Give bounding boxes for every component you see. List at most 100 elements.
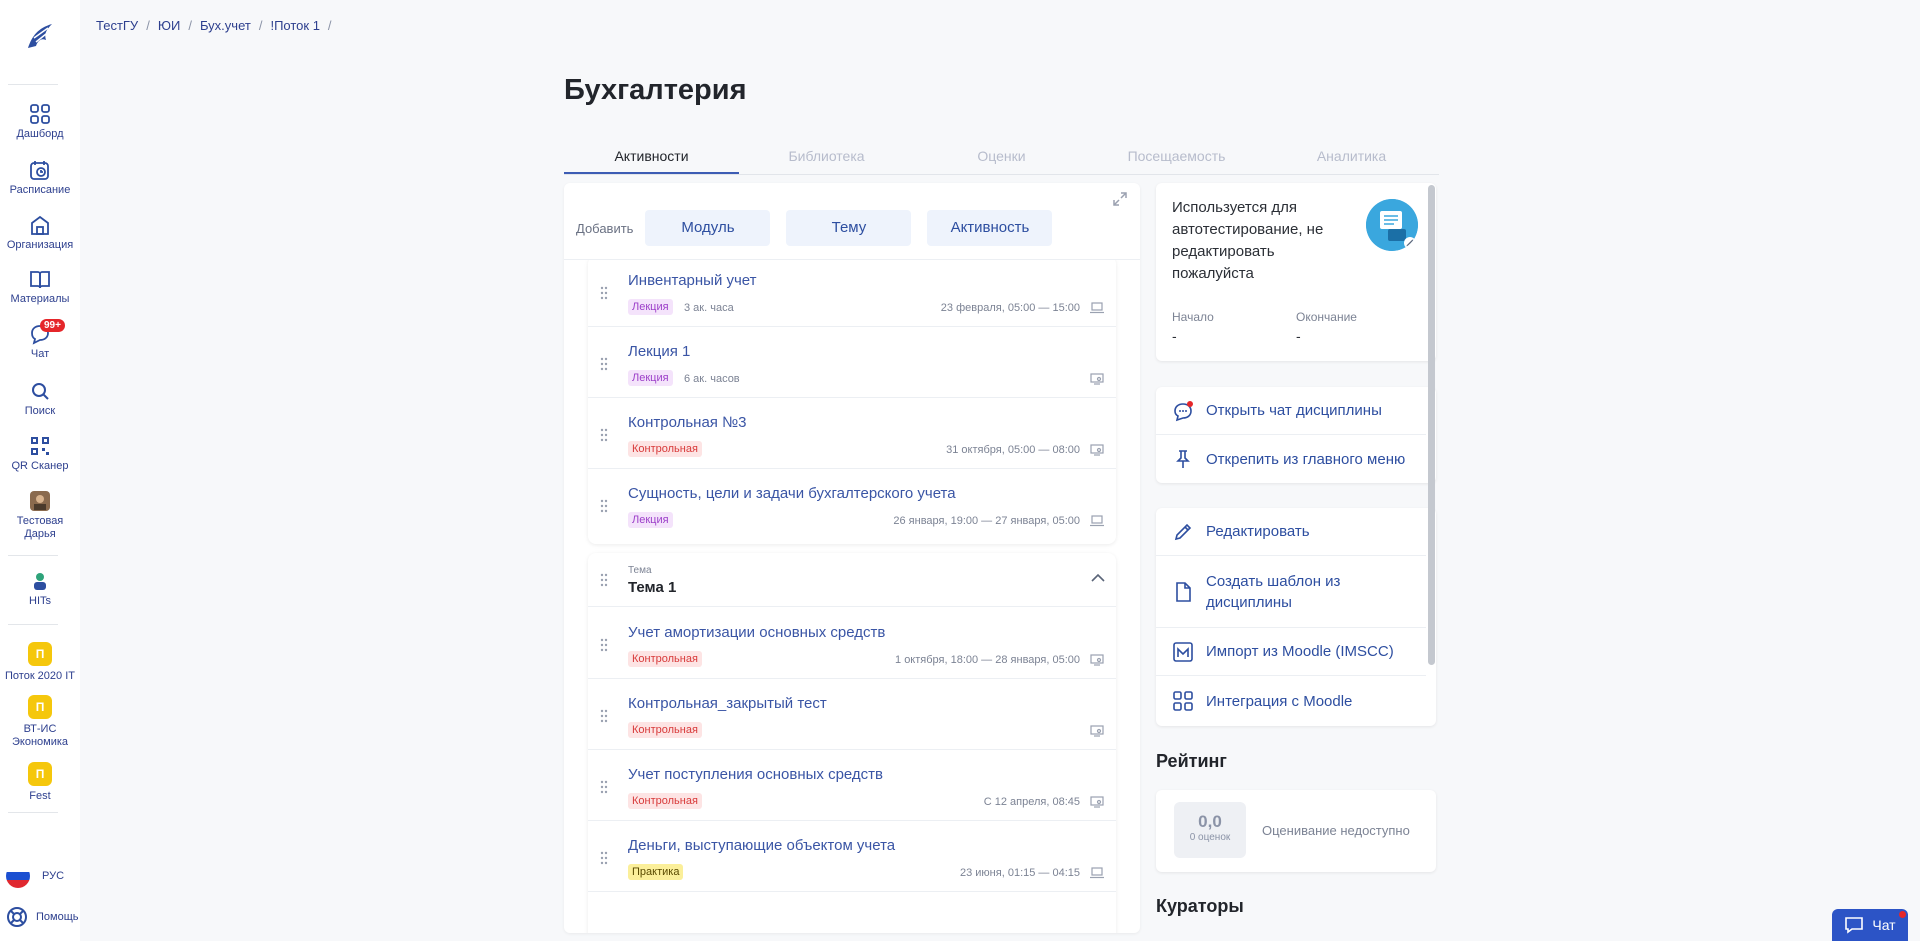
sidebar-item-profile[interactable]: Тестовая Дарья [0, 490, 80, 541]
action-label: Открепить из главного меню [1206, 450, 1406, 468]
sidebar-divider [8, 812, 58, 813]
activity-title[interactable]: Деньги, выступающие объектом учета [628, 837, 895, 854]
activity-date: 23 июня, 01:15 — 04:15 [960, 867, 1080, 879]
sidebar-divider [8, 624, 58, 625]
sidebar-item-materials[interactable]: Материалы [0, 268, 80, 306]
right-panel-scrollbar[interactable] [1428, 185, 1435, 665]
activity-row[interactable]: Контрольная №3 Контрольная 31 октября, 0… [588, 398, 1116, 469]
sidebar-course-fest[interactable]: П Fest [0, 762, 80, 803]
app-logo-icon[interactable] [22, 18, 58, 54]
grid-icon [1173, 691, 1193, 711]
add-theme-button[interactable]: Тему [786, 210, 912, 246]
activity-title[interactable]: Инвентарный учет [628, 272, 757, 289]
activity-row[interactable]: Деньги, выступающие объектом учета Практ… [588, 821, 1116, 892]
sidebar-item-label: Поток 2020 IT [5, 670, 75, 682]
activity-row[interactable]: Сущность, цели и задачи бухгалтерского у… [588, 469, 1116, 540]
action-label: Открыть чат дисциплины [1206, 402, 1382, 419]
drag-handle-icon[interactable] [600, 357, 608, 371]
activity-duration: 6 ак. часов [684, 373, 740, 385]
add-module-button[interactable]: Модуль [645, 210, 771, 246]
moodle-integration-button[interactable]: Интеграция с Moodle [1156, 676, 1426, 726]
action-label: Редактировать [1206, 523, 1310, 540]
unpin-from-menu-button[interactable]: Открепить из главного меню [1156, 435, 1426, 483]
module-group: Инвентарный учет Лекция 3 ак. часа 23 фе… [588, 260, 1116, 544]
tab-grades[interactable]: Оценки [914, 145, 1089, 174]
laptop-icon [1090, 867, 1104, 879]
activity-title[interactable]: Сущность, цели и задачи бухгалтерского у… [628, 485, 956, 502]
sidebar-item-label: Дашборд [16, 128, 64, 140]
sidebar-item-search[interactable]: Поиск [0, 380, 80, 418]
sidebar-item-label: QR Сканер [11, 460, 69, 472]
expand-icon[interactable] [1112, 191, 1128, 207]
activity-row[interactable]: Инвентарный учет Лекция 3 ак. часа 23 фе… [588, 260, 1116, 327]
help-link[interactable]: Помощь [6, 906, 79, 928]
activity-type-tag: Практика [628, 864, 684, 880]
open-course-chat-button[interactable]: Открыть чат дисциплины [1156, 387, 1426, 435]
drag-handle-icon[interactable] [600, 709, 608, 723]
create-template-button[interactable]: Создать шаблон из дисциплины [1156, 556, 1426, 628]
action-label: Создать шаблон из дисциплины [1206, 572, 1341, 611]
activity-row[interactable]: Учет амортизации основных средств Контро… [588, 608, 1116, 679]
drag-handle-icon[interactable] [600, 286, 608, 300]
activity-type-tag: Лекция [628, 512, 673, 528]
breadcrumb-item[interactable]: !Поток 1 [270, 18, 319, 33]
activity-title[interactable]: Учет амортизации основных средств [628, 624, 885, 641]
chat-dot-icon [1174, 400, 1193, 421]
sidebar-item-schedule[interactable]: Расписание [0, 159, 80, 197]
breadcrumb-item[interactable]: Бух.учет [200, 18, 251, 33]
edit-course-button[interactable]: Редактировать [1156, 508, 1426, 556]
activities-list[interactable]: Инвентарный учет Лекция 3 ак. часа 23 фе… [564, 259, 1140, 933]
activity-title[interactable]: Учет поступления основных средств [628, 766, 883, 783]
activity-title[interactable]: Лекция 1 [628, 343, 690, 360]
sidebar-item-label: HITs [29, 595, 51, 607]
drag-handle-icon[interactable] [600, 851, 608, 865]
activity-type-tag: Контрольная [628, 722, 702, 738]
sidebar-item-organization[interactable]: Организация [0, 214, 80, 252]
activity-type-tag: Лекция [628, 370, 673, 386]
drag-handle-icon[interactable] [600, 573, 608, 587]
screen-user-icon [1090, 373, 1104, 385]
book-icon [30, 271, 50, 289]
activity-title[interactable]: Контрольная №3 [628, 414, 747, 431]
tab-library[interactable]: Библиотека [739, 145, 914, 174]
sidebar-item-chat[interactable]: 99+ Чат [0, 319, 80, 361]
sidebar-divider [8, 555, 58, 556]
sidebar-course-vt-is[interactable]: П ВТ-ИС Экономика [0, 695, 80, 749]
score-value: 0,0 [1198, 812, 1222, 831]
add-activity-button[interactable]: Активность [927, 210, 1053, 246]
activity-date: 23 февраля, 05:00 — 15:00 [940, 302, 1080, 314]
sidebar-item-qr-scanner[interactable]: QR Сканер [0, 435, 80, 473]
drag-handle-icon[interactable] [600, 499, 608, 513]
language-switcher[interactable]: РУС [6, 864, 64, 888]
drag-handle-icon[interactable] [600, 428, 608, 442]
chat-widget-button[interactable]: Чат [1832, 909, 1908, 941]
breadcrumb-item[interactable]: ЮИ [158, 18, 180, 33]
chat-actions-card: Открыть чат дисциплины Открепить из глав… [1156, 387, 1436, 483]
theme-header[interactable]: Тема Тема 1 [588, 553, 1116, 607]
activity-row[interactable]: Контрольная_закрытый тест Контрольная [588, 679, 1116, 750]
tab-attendance[interactable]: Посещаемость [1089, 145, 1264, 174]
breadcrumb-separator: / [258, 18, 263, 33]
breadcrumb-separator: / [188, 18, 192, 33]
sidebar-item-label: Чат [30, 348, 50, 360]
activity-duration: 3 ак. часа [684, 302, 734, 314]
activity-title[interactable]: Контрольная_закрытый тест [628, 695, 827, 712]
grid-icon [30, 104, 50, 124]
page-title: Бухгалтерия [564, 74, 747, 106]
sidebar: Дашборд Расписание Организация Материалы… [0, 0, 80, 941]
pencil-icon [1174, 523, 1192, 540]
sidebar-course-potok-2020[interactable]: П Поток 2020 IT [0, 642, 80, 683]
chevron-up-icon[interactable] [1090, 573, 1106, 583]
import-moodle-button[interactable]: Импорт из Moodle (IMSCC) [1156, 628, 1426, 676]
sidebar-item-hits[interactable]: HITs [0, 570, 80, 608]
drag-handle-icon[interactable] [600, 780, 608, 794]
breadcrumb-item[interactable]: ТестГУ [96, 18, 138, 33]
add-toolbar: Добавить Модуль Тему Активность [576, 210, 1068, 246]
tab-analytics[interactable]: Аналитика [1264, 145, 1439, 174]
activity-row[interactable]: Лекция 1 Лекция 6 ак. часов [588, 327, 1116, 398]
drag-handle-icon[interactable] [600, 638, 608, 652]
sidebar-divider [8, 84, 58, 85]
sidebar-item-dashboard[interactable]: Дашборд [0, 103, 80, 141]
tab-activities[interactable]: Активности [564, 145, 739, 174]
activity-row[interactable]: Учет поступления основных средств Контро… [588, 750, 1116, 821]
